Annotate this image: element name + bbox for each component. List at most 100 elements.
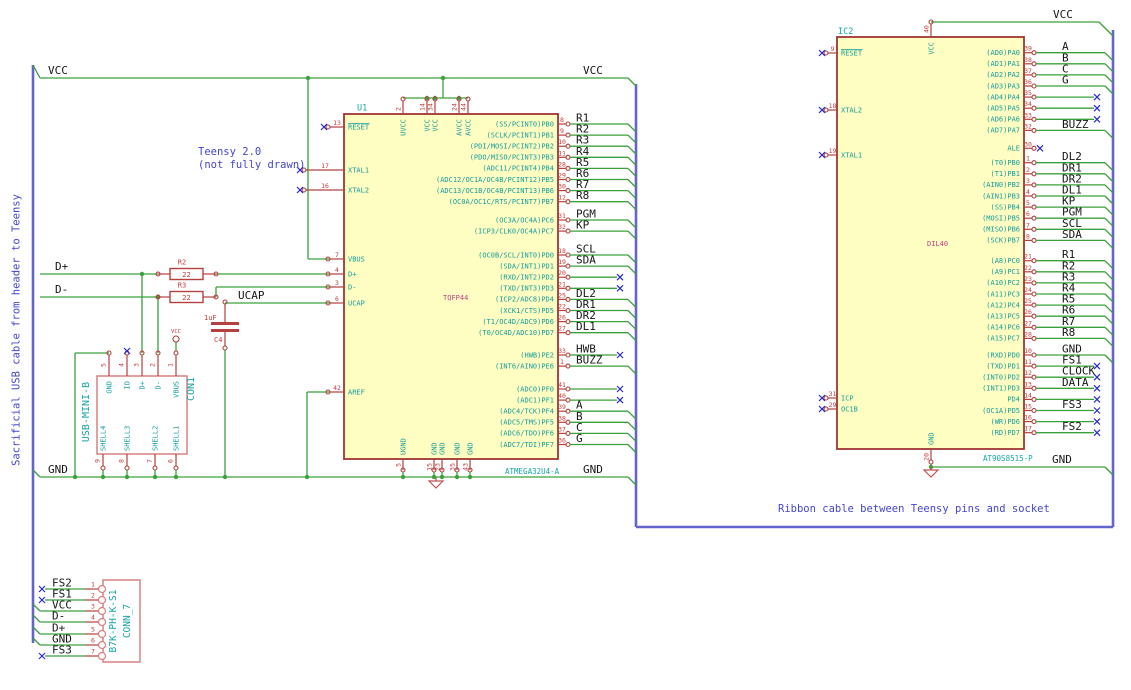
u1-pin-number: 12 (558, 194, 566, 202)
net-label[interactable]: GND (48, 463, 68, 476)
ic2-pin-name: (AD3)PA3 (986, 82, 1020, 90)
u1-pin-number: 22 (558, 303, 566, 311)
usb-pin-name: SHELL3 (123, 426, 131, 451)
pin-end-circle (1031, 215, 1037, 221)
ic2-pin-number: 37 (1024, 67, 1032, 75)
u1-pin-name: (ADC7/TDI)PF7 (499, 441, 554, 449)
pin-end-circle (823, 152, 829, 158)
pin-end-circle (1031, 385, 1037, 391)
wire (627, 77, 637, 87)
net-label[interactable]: R8 (1062, 326, 1075, 339)
pin-end-circle (823, 395, 829, 401)
pin-end-circle (1031, 335, 1037, 341)
ic2-pin-number: 12 (1024, 369, 1032, 377)
pin-end-circle (1031, 352, 1037, 358)
pin-end-circle (1031, 407, 1037, 414)
pin-end-circle (565, 319, 571, 325)
u1-pin-number: 32 (558, 223, 566, 231)
u1-pin-name: VBUS (348, 255, 365, 263)
u1-pin-name: GND (466, 442, 474, 455)
net-label[interactable]: UCAP (238, 289, 265, 302)
ic2-pin-number: 16 (1024, 414, 1032, 422)
u1-pin-name: VCC (431, 119, 439, 132)
junction-dot (72, 474, 78, 480)
ic2-pin-number: 32 (1024, 122, 1032, 130)
u1-pin-name: GND (453, 442, 461, 455)
ic2-pin-number: 22 (1024, 264, 1032, 272)
ic2-pin-number: 33 (1024, 111, 1032, 119)
net-label[interactable]: BUZZ (576, 354, 603, 367)
u1-pin-name: (TXD/INT3)PD3 (499, 285, 554, 293)
net-label[interactable]: KP (576, 219, 590, 232)
u1-pin-name: (OC3A/OC4A)PC6 (495, 216, 554, 224)
u1-pin-number: 17 (321, 162, 329, 170)
u1-ref: U1 (357, 104, 367, 114)
net-label[interactable]: VCC (1053, 8, 1073, 21)
capacitor-c4-plate[interactable] (211, 329, 239, 332)
u1-pin-number: 2 (395, 107, 403, 111)
net-label[interactable]: R8 (576, 189, 589, 202)
net-label[interactable]: FS3 (52, 644, 72, 657)
ic2-pin-name: VCC (927, 42, 935, 55)
ic2-pin-number: 4 (1026, 188, 1030, 196)
u1-pin-name: AREF (348, 388, 365, 396)
net-label[interactable]: G (576, 432, 583, 445)
net-label[interactable]: SDA (1062, 228, 1082, 241)
net-label[interactable]: DL1 (576, 320, 596, 333)
junction-dot (305, 75, 311, 81)
ic2-pin-number: 11 (1024, 358, 1032, 366)
u1-pin-number: 20 (558, 269, 566, 277)
conn7-pin-number: 2 (91, 592, 95, 600)
teensy-annotation-line1: Teensy 2.0 (198, 146, 262, 158)
teensy-annotation: Teensy 2.0 (not fully drawn) (198, 146, 305, 172)
pin-end-circle (565, 419, 571, 425)
pin-end-circle (1031, 396, 1037, 402)
pin-end-circle (565, 285, 571, 291)
teensy-annotation-line2: (not fully drawn) (198, 159, 306, 171)
net-label[interactable]: D- (55, 283, 68, 296)
ic2-pin-name: (WR)PD6 (990, 418, 1020, 426)
net-label[interactable]: DATA (1062, 376, 1089, 389)
net-label[interactable]: BUZZ (1062, 118, 1089, 131)
u1-pin-number: 24 (451, 103, 459, 111)
ic2-pin-name: (INT1)PD3 (982, 385, 1020, 393)
net-label[interactable]: G (1062, 74, 1069, 87)
net-label[interactable]: FS3 (1062, 398, 1082, 411)
ic2-value: DIL40 (927, 240, 948, 248)
sidebar-annotation: Sacrificial USB cable from header to Tee… (10, 194, 23, 466)
pin-end-circle (565, 154, 571, 160)
ic2-pin-name: PD4 (1007, 396, 1020, 404)
u1-pin-name: GND (438, 442, 446, 455)
capacitor-c4-plate[interactable] (211, 322, 239, 325)
pin-end-circle (173, 350, 179, 356)
u1-pin-name: (SCLK/PCINT1)PB1 (487, 131, 554, 139)
u1-pin-name: (T0/OC4D/ADC10)PD7 (478, 329, 554, 337)
ic2-pin-name: (RD)PD7 (990, 429, 1020, 437)
u1-pin-number: 36 (558, 437, 566, 445)
u1-pin-name: (OC0A/OC1C/RTS/PCINT7)PB7 (449, 198, 554, 206)
net-label[interactable]: VCC (48, 64, 68, 77)
pin-end-circle (823, 107, 829, 113)
u1-pin-number: 19 (558, 258, 566, 266)
ic2-pin-name: (AIN0)PB2 (982, 181, 1020, 189)
junction-dot (222, 474, 228, 480)
u1-pin-name: (ADC4/TCK)PF4 (499, 408, 554, 416)
net-label[interactable]: FS2 (1062, 420, 1082, 433)
net-label[interactable]: D+ (55, 260, 69, 273)
u1-pin-number: 7 (335, 251, 339, 259)
ic2-pin-number: 9 (831, 45, 835, 53)
net-label[interactable]: GND (583, 463, 603, 476)
u1-pin-number: 34 (427, 103, 435, 111)
ic2-pin-name: (A11)PC3 (986, 290, 1020, 298)
net-label[interactable]: GND (1052, 453, 1072, 466)
u1-pin-number: 38 (558, 414, 566, 422)
pin-end-circle (301, 187, 307, 193)
net-label[interactable]: VCC (583, 64, 603, 77)
ic2-pin-name: (A13)PC5 (986, 313, 1020, 321)
u1-pin-number: 8 (560, 116, 564, 124)
conn7-pin-number: 6 (91, 637, 95, 645)
pin-end-circle (1031, 116, 1037, 122)
ic2-pin-name: (MOSI)PB5 (982, 215, 1020, 223)
usb-pin-number: 2 (149, 363, 157, 367)
net-label[interactable]: SDA (576, 254, 596, 267)
